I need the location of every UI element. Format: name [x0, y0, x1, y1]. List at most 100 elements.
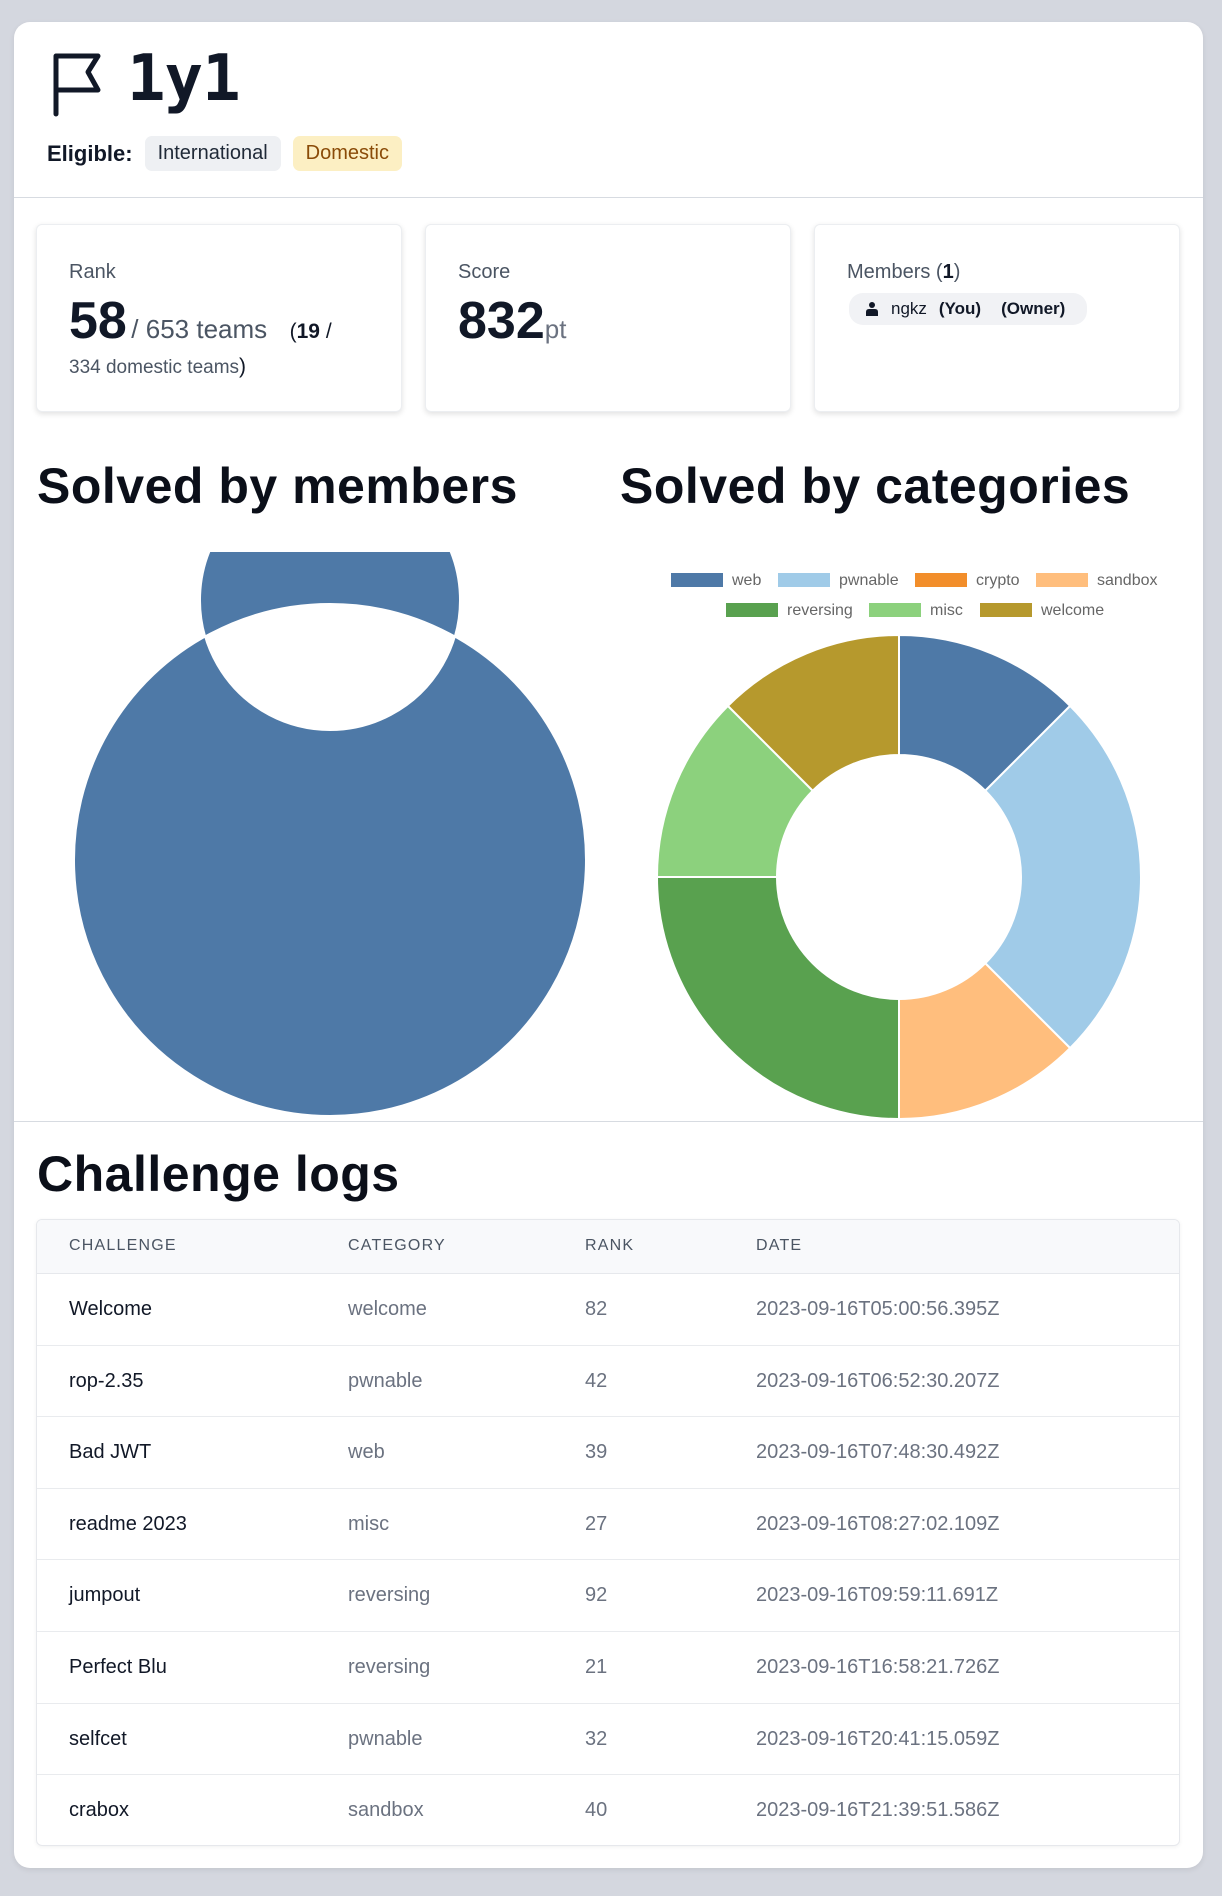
badge-international: International — [144, 136, 281, 171]
members-count: 1 — [942, 261, 954, 283]
domestic-slash: / — [325, 320, 332, 343]
members-doughnut-chart: ngkz — [73, 552, 587, 1117]
challenge-date: 2023-09-16T21:39:51.586Z — [756, 1799, 1000, 1822]
charts-divider — [14, 1121, 1203, 1122]
col-date[interactable]: DATE — [756, 1237, 802, 1255]
domestic-open-paren: ( — [289, 320, 297, 343]
challenge-date: 2023-09-16T08:27:02.109Z — [756, 1512, 1000, 1535]
challenge-logs-title: Challenge logs — [37, 1146, 400, 1202]
challenge-category: misc — [348, 1512, 390, 1535]
challenge-date: 2023-09-16T09:59:11.691Z — [756, 1584, 999, 1607]
challenge-rank: 42 — [585, 1369, 608, 1392]
challenge-date: 2023-09-16T07:48:30.492Z — [756, 1441, 1000, 1464]
challenge-rank: 92 — [585, 1584, 608, 1607]
legend-label-web[interactable]: web — [731, 572, 761, 589]
score-card: Score 832pt — [425, 224, 791, 412]
challenge-name[interactable]: rop-2.35 — [69, 1370, 144, 1393]
legend-swatch-welcome[interactable] — [980, 603, 1032, 617]
challenge-category: reversing — [348, 1655, 431, 1678]
member-you: (You) — [938, 299, 982, 318]
challenge-rank: 32 — [585, 1727, 608, 1750]
challenge-date: 2023-09-16T16:58:21.726Z — [756, 1655, 1000, 1678]
badge-domestic: Domestic — [292, 136, 402, 171]
rank-card: Rank 58 / 653 teams (19 / 334 domestic t… — [36, 224, 402, 412]
team-header: 1y1 Eligible: International Domestic — [14, 22, 1203, 197]
legend-label-reversing[interactable]: reversing — [787, 602, 853, 619]
table-row: selfcet pwnable 32 2023-09-16T20:41:15.0… — [37, 1704, 1179, 1776]
challenge-name[interactable]: Bad JWT — [69, 1441, 151, 1464]
table-row: Welcome welcome 82 2023-09-16T05:00:56.3… — [37, 1274, 1179, 1346]
challenge-rank: 27 — [585, 1512, 608, 1535]
legend-label-pwnable[interactable]: pwnable — [839, 572, 899, 589]
legend-swatch-reversing[interactable] — [726, 603, 778, 617]
table-row: Bad JWT web 39 2023-09-16T07:48:30.492Z — [37, 1417, 1179, 1489]
legend-label-sandbox[interactable]: sandbox — [1097, 572, 1158, 589]
flag-icon — [53, 53, 101, 117]
member-owner: (Owner) — [1001, 299, 1066, 318]
solved-by-categories-title: Solved by categories — [620, 458, 1131, 514]
legend-label-welcome[interactable]: welcome — [1040, 602, 1104, 619]
challenge-rank: 82 — [585, 1298, 608, 1320]
legend-swatch-crypto[interactable] — [915, 573, 967, 587]
score-label: Score — [458, 261, 511, 283]
legend-label-misc[interactable]: misc — [930, 602, 963, 619]
member-chip[interactable]: ngkz (You) (Owner) — [849, 293, 1088, 325]
members-label: Members (1) — [847, 261, 960, 284]
challenge-category: pwnable — [348, 1727, 423, 1750]
challenge-category: welcome — [348, 1298, 427, 1320]
domestic-total: 334 domestic teams — [69, 357, 240, 378]
challenge-name[interactable]: selfcet — [69, 1728, 127, 1751]
score-unit: pt — [544, 314, 567, 344]
domestic-close-paren: ) — [239, 355, 247, 378]
member-name: ngkz — [891, 299, 927, 318]
team-card: 1y1 Eligible: International Domestic Ran… — [14, 22, 1203, 1868]
table-row: crabox sandbox 40 2023-09-16T21:39:51.58… — [37, 1775, 1179, 1845]
members-card: Members (1) ngkz (You) (Owner) — [814, 224, 1180, 412]
score-line: 832pt — [458, 291, 566, 351]
challenge-name[interactable]: Welcome — [69, 1298, 152, 1321]
solved-by-members-title: Solved by members — [37, 458, 518, 514]
legend-swatch-pwnable[interactable] — [778, 573, 830, 587]
col-rank[interactable]: RANK — [585, 1237, 634, 1255]
score-value: 832 — [458, 292, 545, 350]
rank-value: 58 — [69, 292, 127, 350]
challenge-category: sandbox — [348, 1799, 424, 1822]
rank-line: 58 / 653 teams (19 / — [69, 291, 332, 351]
slice-reversing[interactable] — [655, 876, 900, 1121]
eligibility: Eligible: International Domestic — [47, 136, 402, 171]
user-icon — [866, 302, 878, 316]
challenge-rank: 39 — [585, 1441, 608, 1464]
challenge-date: 2023-09-16T20:41:15.059Z — [756, 1727, 1000, 1750]
domestic-rank-value: 19 — [296, 320, 320, 343]
challenge-name[interactable]: readme 2023 — [69, 1513, 187, 1536]
legend-swatch-misc[interactable] — [869, 603, 921, 617]
eligible-label: Eligible: — [47, 140, 133, 166]
challenge-category: web — [348, 1441, 385, 1464]
col-challenge[interactable]: CHALLENGE — [69, 1237, 177, 1255]
legend-swatch-sandbox[interactable] — [1036, 573, 1088, 587]
col-category[interactable]: CATEGORY — [348, 1237, 446, 1255]
challenge-date: 2023-09-16T05:00:56.395Z — [756, 1298, 1000, 1320]
members-label-suffix: ) — [953, 261, 961, 283]
challenge-category: pwnable — [348, 1369, 423, 1392]
challenge-rank: 21 — [585, 1655, 608, 1678]
challenge-name[interactable]: crabox — [69, 1799, 129, 1822]
legend-label-crypto[interactable]: crypto — [976, 572, 1020, 589]
rank-total: / 653 teams — [131, 314, 268, 344]
domestic-total-line: 334 domestic teams) — [69, 355, 246, 379]
categories-doughnut-chart: web pwnable crypto sandbox reversing misc welc… — [655, 572, 1158, 1121]
legend-swatch-web[interactable] — [671, 573, 723, 587]
challenge-rank: 40 — [585, 1799, 608, 1822]
table-row: jumpout reversing 92 2023-09-16T09:59:11… — [37, 1560, 1179, 1632]
table-row: Perfect Blu reversing 21 2023-09-16T16:5… — [37, 1632, 1179, 1704]
challenge-name[interactable]: jumpout — [69, 1584, 140, 1607]
table-row: readme 2023 misc 27 2023-09-16T08:27:02.… — [37, 1489, 1179, 1561]
challenge-category: reversing — [348, 1584, 431, 1607]
domestic-rank: (19 / — [290, 320, 332, 343]
challenge-name[interactable]: Perfect Blu — [69, 1656, 167, 1679]
members-label-prefix: Members ( — [847, 261, 943, 283]
table-header: CHALLENGE CATEGORY RANK DATE — [37, 1220, 1179, 1274]
challenge-logs-table: CHALLENGE CATEGORY RANK DATE Welcome wel… — [36, 1219, 1180, 1846]
team-name: 1y1 — [127, 42, 241, 116]
header-divider — [14, 197, 1203, 198]
